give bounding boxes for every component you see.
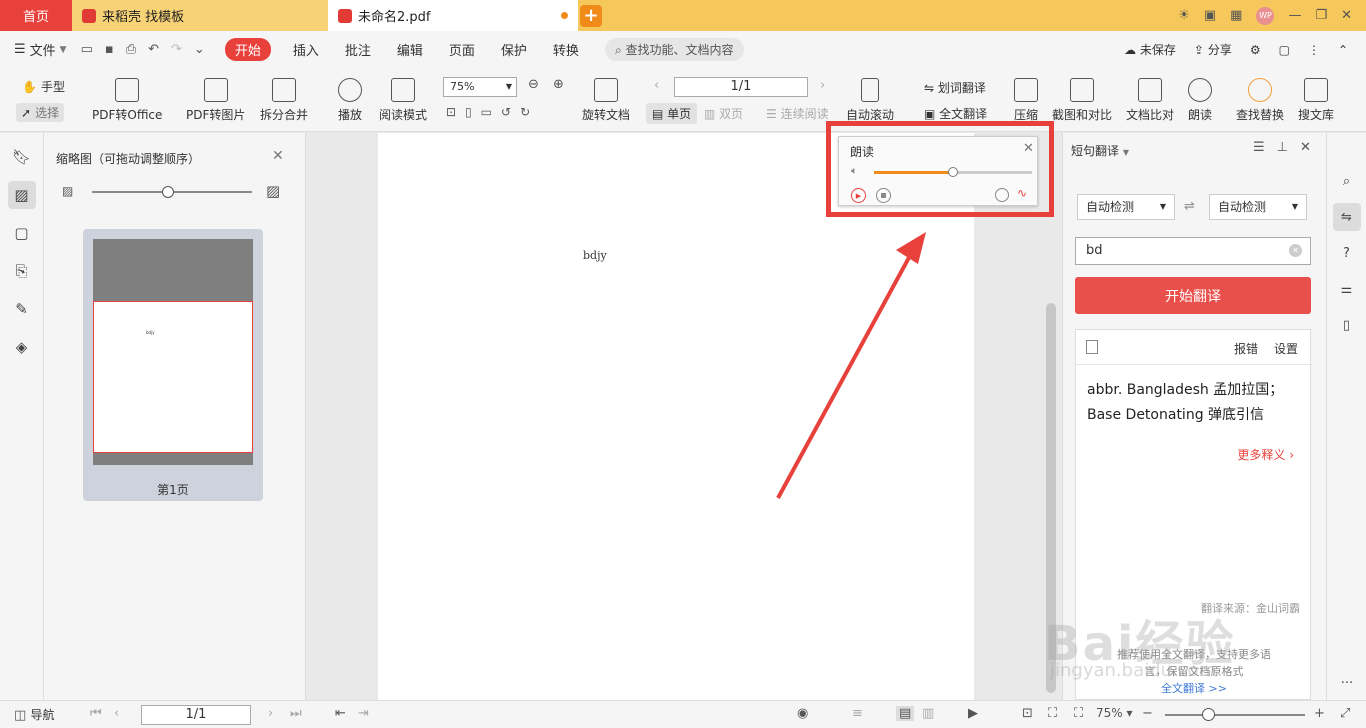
arrow-shaft	[776, 251, 914, 499]
arrow-head	[896, 232, 926, 264]
watermark-url: jingyan.baidu.com	[1050, 660, 1217, 681]
